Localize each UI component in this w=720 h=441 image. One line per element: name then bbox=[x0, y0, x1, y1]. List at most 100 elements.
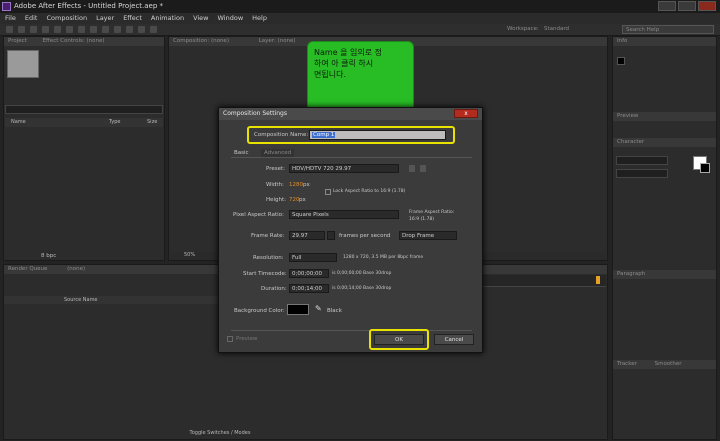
menu-help[interactable]: Help bbox=[252, 13, 267, 24]
tab-basic[interactable]: Basic bbox=[234, 150, 249, 156]
eraser-tool-icon[interactable] bbox=[138, 26, 145, 33]
preview-label: Preview bbox=[236, 336, 258, 342]
menu-animation[interactable]: Animation bbox=[151, 13, 184, 24]
frame-rate-label: Frame Rate: bbox=[251, 233, 285, 239]
pan-behind-tool-icon[interactable] bbox=[66, 26, 73, 33]
menu-view[interactable]: View bbox=[193, 13, 208, 24]
window-close-button[interactable] bbox=[698, 1, 716, 11]
brush-tool-icon[interactable] bbox=[114, 26, 121, 33]
column-source-name[interactable]: Source Name bbox=[64, 296, 98, 304]
font-style-select[interactable] bbox=[616, 169, 668, 178]
fps-unit: frames per second bbox=[339, 233, 391, 239]
resolution-select[interactable]: Full bbox=[289, 253, 337, 262]
ok-button[interactable]: OK bbox=[374, 334, 424, 345]
rotate-tool-icon[interactable] bbox=[42, 26, 49, 33]
minimize-button[interactable] bbox=[658, 1, 676, 11]
font-family-select[interactable] bbox=[616, 156, 668, 165]
width-label: Width: bbox=[266, 182, 284, 188]
duration-label: Duration: bbox=[261, 286, 287, 292]
workspace-label: Workspace: bbox=[507, 26, 539, 32]
duration-info: is 0;00;14;00 Base 30drop bbox=[332, 286, 392, 291]
character-panel-tab: Character bbox=[613, 138, 716, 147]
text-tool-icon[interactable] bbox=[102, 26, 109, 33]
background-color-swatch[interactable] bbox=[287, 304, 309, 315]
toggle-switches-modes-button[interactable]: Toggle Switches / Modes bbox=[170, 430, 270, 438]
tab-timeline[interactable]: (none) bbox=[67, 266, 85, 272]
pixel-aspect-label: Pixel Aspect Ratio: bbox=[233, 212, 284, 218]
duration-input[interactable]: 0;00;14;00 bbox=[289, 284, 329, 293]
column-type[interactable]: Type bbox=[109, 118, 120, 127]
tab-render-queue[interactable]: Render Queue bbox=[8, 266, 47, 272]
tab-tracker[interactable]: Tracker bbox=[617, 361, 637, 367]
menu-effect[interactable]: Effect bbox=[123, 13, 142, 24]
column-size[interactable]: Size bbox=[147, 118, 157, 127]
window-title-bar: Adobe After Effects - Untitled Project.a… bbox=[0, 0, 720, 13]
paragraph-panel-tab: Paragraph bbox=[613, 270, 716, 279]
lock-aspect-checkbox[interactable] bbox=[325, 189, 331, 195]
comp-name-label: Composition Name: bbox=[254, 132, 309, 138]
width-value[interactable]: 1280 bbox=[289, 182, 303, 188]
menu-file[interactable]: File bbox=[5, 13, 16, 24]
cancel-button[interactable]: Cancel bbox=[434, 334, 474, 345]
menu-layer[interactable]: Layer bbox=[96, 13, 114, 24]
start-timecode-input[interactable]: 0;00;00;00 bbox=[289, 269, 329, 278]
tab-layer[interactable]: Layer: (none) bbox=[259, 38, 296, 44]
tab-project[interactable]: Project bbox=[8, 38, 27, 44]
pixel-aspect-select[interactable]: Square Pixels bbox=[289, 210, 399, 219]
composition-settings-dialog: Composition Settings x Composition Name:… bbox=[218, 107, 483, 353]
tab-composition[interactable]: Composition: (none) bbox=[173, 38, 229, 44]
dialog-close-button[interactable]: x bbox=[454, 109, 478, 118]
project-columns-header: Name Type Size bbox=[5, 118, 163, 127]
save-preset-icon[interactable] bbox=[409, 165, 415, 172]
menu-edit[interactable]: Edit bbox=[25, 13, 38, 24]
menu-window[interactable]: Window bbox=[218, 13, 244, 24]
window-title: Adobe After Effects - Untitled Project.a… bbox=[14, 2, 164, 10]
height-value[interactable]: 720 bbox=[289, 197, 300, 203]
search-help-input[interactable]: Search Help bbox=[622, 25, 714, 34]
preset-label: Preset: bbox=[266, 166, 286, 172]
smoother-panel-tab: Tracker Smoother bbox=[613, 360, 716, 369]
start-timecode-label: Start Timecode: bbox=[243, 271, 287, 277]
mask-tool-icon[interactable] bbox=[78, 26, 85, 33]
frame-rate-input[interactable]: 29.97 bbox=[289, 231, 325, 240]
eyedropper-icon[interactable]: ✎ bbox=[315, 304, 322, 313]
delete-preset-icon[interactable] bbox=[420, 165, 426, 172]
maximize-button[interactable] bbox=[678, 1, 696, 11]
comp-name-input[interactable]: Comp 1 bbox=[309, 130, 446, 140]
drop-frame-select[interactable]: Drop Frame bbox=[399, 231, 457, 240]
project-panel-tabs: Project Effect Controls: (none) bbox=[4, 37, 164, 46]
preview-checkbox[interactable] bbox=[227, 336, 233, 342]
width-unit: px bbox=[303, 182, 310, 188]
callout-line-3: 면됩니다. bbox=[314, 70, 346, 79]
camera-tool-icon[interactable] bbox=[54, 26, 61, 33]
tab-smoother[interactable]: Smoother bbox=[655, 361, 682, 367]
tab-preview[interactable]: Preview bbox=[617, 113, 638, 119]
info-color-swatch bbox=[617, 57, 625, 65]
project-thumbnail bbox=[7, 50, 39, 78]
frame-aspect-value: 16:9 (1.78) bbox=[409, 217, 435, 222]
tab-character[interactable]: Character bbox=[617, 139, 644, 145]
selection-tool-icon[interactable] bbox=[6, 26, 13, 33]
project-search-input[interactable] bbox=[5, 105, 163, 114]
info-panel-tab: Info bbox=[613, 37, 716, 46]
tab-advanced[interactable]: Advanced bbox=[261, 149, 295, 157]
preset-select[interactable]: HDV/HDTV 720 29.97 bbox=[289, 164, 399, 173]
clone-stamp-tool-icon[interactable] bbox=[126, 26, 133, 33]
stroke-color-swatch[interactable] bbox=[700, 163, 710, 173]
app-logo-icon bbox=[2, 2, 11, 11]
playhead-marker[interactable] bbox=[596, 276, 600, 284]
frame-rate-dropdown[interactable] bbox=[327, 231, 335, 240]
workspace-select[interactable]: Standard bbox=[544, 26, 569, 32]
tab-effect-controls[interactable]: Effect Controls: (none) bbox=[43, 38, 105, 44]
tab-paragraph[interactable]: Paragraph bbox=[617, 271, 645, 277]
zoom-tool-icon[interactable] bbox=[30, 26, 37, 33]
pen-tool-icon[interactable] bbox=[90, 26, 97, 33]
tab-info[interactable]: Info bbox=[617, 38, 627, 44]
zoom-level[interactable]: 50% bbox=[184, 252, 195, 258]
bpc-button[interactable]: 8 bpc bbox=[41, 253, 56, 259]
column-name[interactable]: Name bbox=[11, 118, 26, 127]
hand-tool-icon[interactable] bbox=[18, 26, 25, 33]
comp-name-value: Comp 1 bbox=[312, 132, 336, 138]
puppet-tool-icon[interactable] bbox=[150, 26, 157, 33]
menu-composition[interactable]: Composition bbox=[46, 13, 87, 24]
